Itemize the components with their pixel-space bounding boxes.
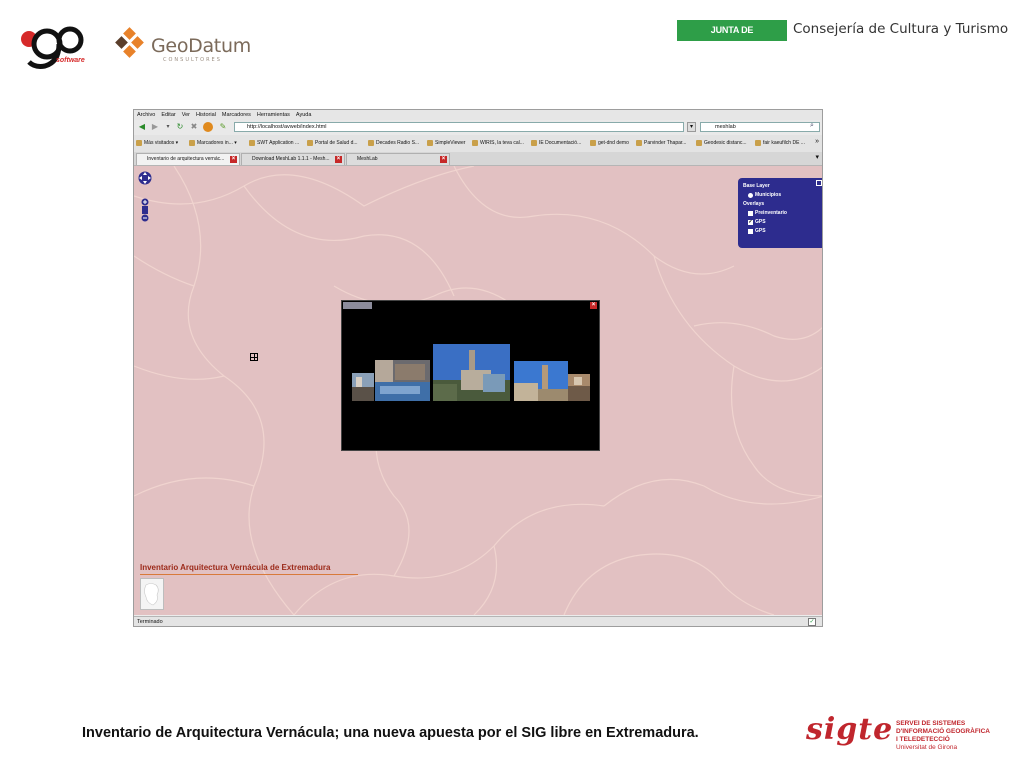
- checkbox[interactable]: [748, 210, 753, 216]
- layer-switcher: Base Layer Municipios Overlays Preinvent…: [738, 178, 822, 248]
- menu-archivo[interactable]: Archivo: [137, 110, 155, 120]
- tab-meshlab[interactable]: MeshLab ×: [346, 153, 450, 165]
- sigte-university: Universitat de Girona: [896, 744, 958, 751]
- menu-historial[interactable]: Historial: [196, 110, 216, 120]
- geodatum-logo: GeoDatum CONSULTORES: [115, 26, 251, 66]
- url-input[interactable]: http://localhost/avweb/index.html: [234, 122, 684, 132]
- reload-icon[interactable]: ↻: [175, 122, 185, 132]
- sigte-logo: sigte SERVEI DE SISTEMES D'INFORMACIÓ GE…: [806, 712, 996, 752]
- minimize-icon[interactable]: [816, 180, 822, 186]
- url-dropdown-icon[interactable]: ▾: [687, 122, 696, 132]
- bookmark-item[interactable]: SWT Application ...: [249, 139, 299, 147]
- menu-ver[interactable]: Ver: [182, 110, 190, 120]
- photo-gallery-popup: ×: [341, 300, 600, 451]
- base-layer-heading: Base Layer: [743, 183, 770, 189]
- bookmark-item[interactable]: fair kaeufilch DE ...: [755, 139, 805, 147]
- tab-label: MeshLab: [357, 156, 378, 162]
- photo-thumbnail[interactable]: [568, 374, 590, 401]
- sigte-line: I TELEDETECCIÓ: [896, 736, 950, 743]
- status-text: Terminado: [137, 619, 163, 625]
- photo-thumbnail[interactable]: [352, 373, 374, 401]
- history-dropdown-icon[interactable]: ▾: [163, 122, 173, 132]
- go-software-word: software: [56, 57, 85, 64]
- security-check-icon: ✓: [808, 618, 816, 626]
- close-icon[interactable]: ×: [230, 156, 237, 163]
- close-icon[interactable]: ×: [335, 156, 342, 163]
- bookmark-item[interactable]: Geodesic distanc...: [696, 139, 747, 147]
- bookmark-item[interactable]: Portal de Salud d...: [307, 139, 358, 147]
- overlay-option[interactable]: ✓ GPS: [748, 219, 819, 225]
- map-view[interactable]: Base Layer Municipios Overlays Preinvent…: [134, 166, 822, 615]
- menu-bar: Archivo Editar Ver Historial Marcadores …: [134, 110, 822, 120]
- bookmarks-bar: Más visitados ▾ Marcadores in... ▾ SWT A…: [134, 135, 822, 153]
- junta-extremadura-badge: JUNTA DE EXTREMADURA: [677, 20, 787, 56]
- sigte-tagline: SERVEI DE SISTEMES D'INFORMACIÓ GEOGRÀFI…: [896, 720, 990, 752]
- tab-strip: Inventario de arquitectura vernác... × D…: [134, 152, 822, 166]
- home-icon[interactable]: [203, 122, 213, 132]
- geodatum-wordmark: GeoDatum: [151, 35, 251, 57]
- photo-thumbnail[interactable]: [514, 361, 568, 401]
- search-input[interactable]: meshlab: [700, 122, 820, 132]
- overlay-option[interactable]: GPS: [748, 228, 819, 234]
- stop-icon[interactable]: ✖: [189, 122, 199, 132]
- menu-marcadores[interactable]: Marcadores: [222, 110, 251, 120]
- status-bar: Terminado ✓: [134, 616, 822, 626]
- base-layer-label: Municipios: [755, 192, 782, 198]
- map-title-underline: [140, 574, 358, 575]
- back-arrow-icon[interactable]: ◀: [137, 122, 147, 132]
- overlay-option[interactable]: Preinventario: [748, 210, 819, 216]
- checkbox-checked[interactable]: ✓: [748, 219, 753, 225]
- popup-title-bar: [343, 302, 372, 309]
- bookmark-item[interactable]: Decades Radio S...: [368, 139, 419, 147]
- slide-caption: Inventario de Arquitectura Vernácula; un…: [82, 725, 699, 741]
- bookmark-item[interactable]: Parvinder Thapar...: [636, 139, 686, 147]
- sigte-wordmark: sigte: [806, 712, 894, 747]
- overlay-label: Preinventario: [755, 210, 787, 216]
- base-layer-option[interactable]: Municipios: [748, 192, 819, 198]
- photo-thumbnail[interactable]: [433, 344, 510, 401]
- sigte-line: SERVEI DE SISTEMES: [896, 720, 966, 727]
- tab-download-meshlab[interactable]: Download MeshLab 1.1.1 - Mesh... ×: [241, 153, 345, 165]
- search-icon[interactable]: ⌕: [810, 122, 814, 130]
- close-icon[interactable]: ×: [440, 156, 447, 163]
- leaf-icon[interactable]: ✎: [218, 122, 228, 132]
- tab-inventario[interactable]: Inventario de arquitectura vernác... ×: [136, 153, 240, 165]
- overlays-heading: Overlays: [743, 201, 765, 207]
- pan-control[interactable]: [137, 169, 153, 195]
- go-software-logo: software: [20, 22, 100, 70]
- checkbox[interactable]: [748, 228, 753, 234]
- bookmark-item[interactable]: get-dnd demo: [590, 139, 629, 147]
- overlay-label: GPS: [755, 219, 766, 225]
- bookmark-item[interactable]: Marcadores in... ▾: [189, 139, 237, 147]
- consejeria-title: Consejería de Cultura y Turismo: [793, 21, 1009, 37]
- overview-map-thumbnail[interactable]: [140, 578, 164, 610]
- tab-label: Download MeshLab 1.1.1 - Mesh...: [252, 156, 330, 162]
- radio-button[interactable]: [748, 192, 753, 198]
- bookmark-item[interactable]: Más visitados ▾: [136, 139, 178, 147]
- geodatum-subtitle: CONSULTORES: [163, 57, 222, 63]
- menu-editar[interactable]: Editar: [161, 110, 175, 120]
- bookmark-item[interactable]: SimpleViewer: [427, 139, 465, 147]
- overlay-label: GPS: [755, 228, 766, 234]
- tab-label: Inventario de arquitectura vernác...: [147, 156, 225, 162]
- menu-ayuda[interactable]: Ayuda: [296, 110, 312, 120]
- photo-thumbnail[interactable]: [375, 360, 430, 401]
- forward-arrow-icon[interactable]: ▶: [150, 122, 160, 132]
- browser-window: Archivo Editar Ver Historial Marcadores …: [133, 109, 823, 627]
- close-icon[interactable]: ×: [590, 302, 597, 309]
- tab-list-chevron-icon[interactable]: ▾: [815, 153, 819, 161]
- bookmark-item[interactable]: IE Documentació...: [531, 139, 581, 147]
- crosshair-cursor-icon: [250, 353, 258, 361]
- sigte-line: D'INFORMACIÓ GEOGRÀFICA: [896, 728, 990, 735]
- menu-herramientas[interactable]: Herramientas: [257, 110, 290, 120]
- bookmarks-overflow-icon[interactable]: »: [815, 138, 819, 145]
- bookmark-item[interactable]: WIRIS, la teva cal...: [472, 139, 524, 147]
- navigation-toolbar: ◀ ▶ ▾ ↻ ✖ ✎ http://localhost/avweb/index…: [134, 120, 822, 135]
- map-title: Inventario Arquitectura Vernácula de Ext…: [140, 563, 331, 572]
- zoom-control[interactable]: [141, 198, 149, 222]
